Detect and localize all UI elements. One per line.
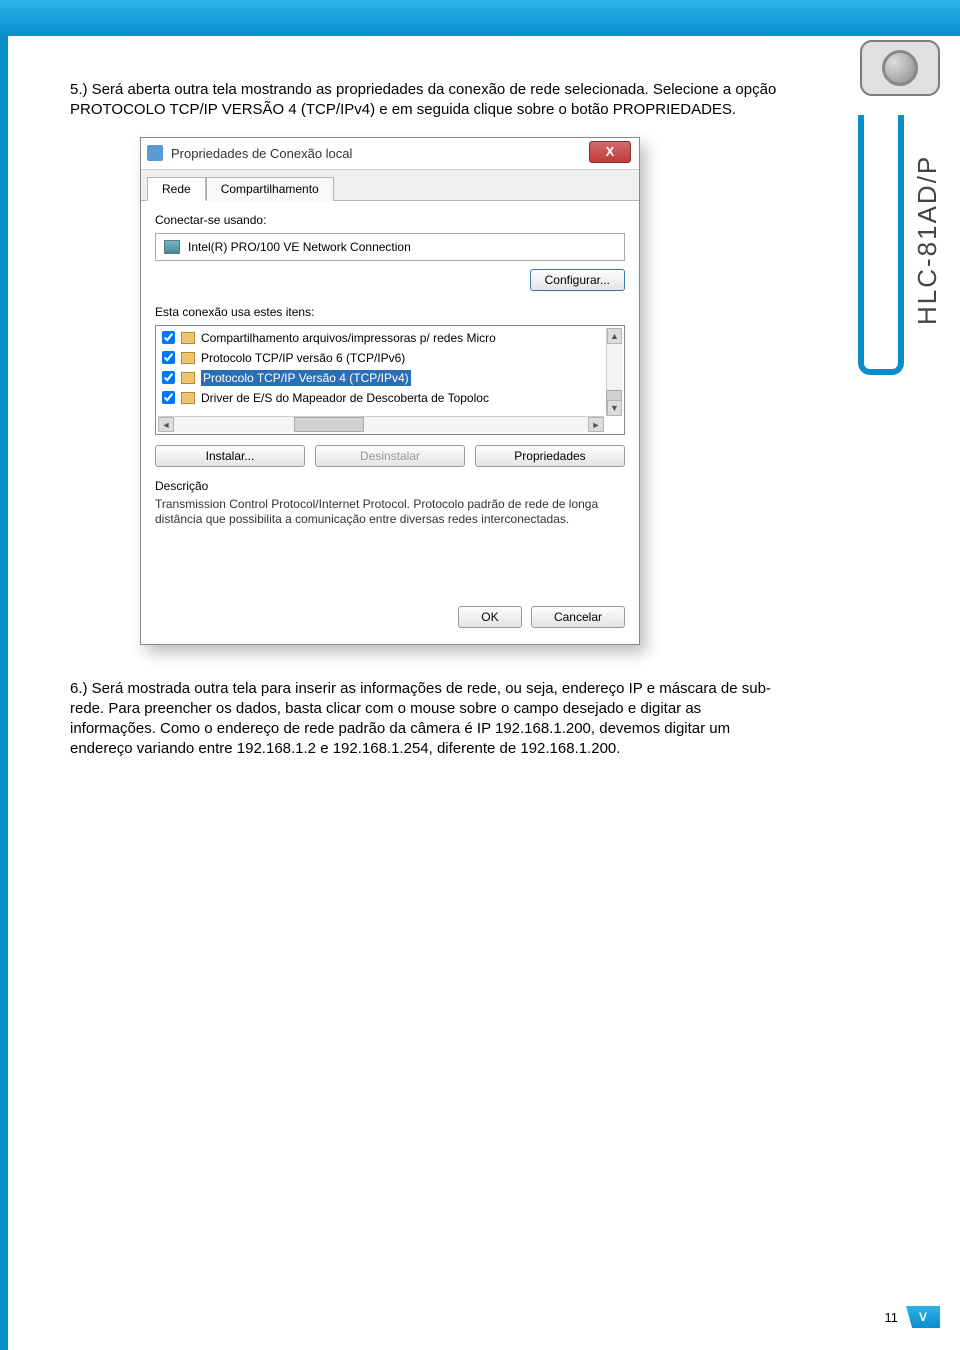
adapter-icon [164,240,180,254]
dialog-title: Propriedades de Conexão local [171,146,352,161]
page-footer: 11 V [885,1306,941,1328]
list-item[interactable]: Compartilhamento arquivos/impressoras p/… [158,328,604,348]
item-label: Driver de E/S do Mapeador de Descoberta … [201,391,489,405]
tab-rede[interactable]: Rede [147,177,206,201]
horizontal-scrollbar[interactable]: ◄ ► [158,416,604,432]
item-action-row: Instalar... Desinstalar Propriedades [155,445,625,467]
list-item-selected[interactable]: Protocolo TCP/IP Versão 4 (TCP/IPv4) [158,368,604,388]
page-number: 11 [885,1310,899,1325]
camera-illustration [860,40,940,96]
list-item[interactable]: Driver de E/S do Mapeador de Descoberta … [158,388,604,408]
item-checkbox[interactable] [162,351,175,364]
scroll-down-arrow-icon[interactable]: ▼ [607,400,622,416]
item-checkbox[interactable] [162,371,175,384]
scroll-right-arrow-icon[interactable]: ► [588,417,604,432]
item-label: Compartilhamento arquivos/impressoras p/… [201,331,496,345]
scroll-track[interactable] [174,417,588,432]
adapter-field: Intel(R) PRO/100 VE Network Connection [155,233,625,261]
footer-logo: V [906,1306,940,1328]
scroll-thumb[interactable] [294,417,364,432]
adapter-name: Intel(R) PRO/100 VE Network Connection [188,240,411,254]
dialog-tabs: Rede Compartilhamento [141,170,639,201]
cancel-button[interactable]: Cancelar [531,606,625,628]
ok-button[interactable]: OK [458,606,521,628]
left-stripe [0,36,8,1350]
connect-using-label: Conectar-se usando: [155,213,625,227]
items-inner: Compartilhamento arquivos/impressoras p/… [158,328,604,416]
dialog-titlebar: Propriedades de Conexão local X [141,138,639,170]
scroll-up-arrow-icon[interactable]: ▲ [607,328,622,344]
item-label: Protocolo TCP/IP Versão 4 (TCP/IPv4) [201,370,411,386]
side-bracket [858,115,904,375]
service-icon [181,332,195,344]
logo-letter: V [919,1310,927,1324]
network-icon [147,145,163,161]
paragraph-step5: 5.) Será aberta outra tela mostrando as … [70,80,790,121]
description-group: Descrição Transmission Control Protocol/… [155,479,625,528]
install-button[interactable]: Instalar... [155,445,305,467]
paragraph-step6: 6.) Será mostrada outra tela para inseri… [70,679,790,760]
item-checkbox[interactable] [162,331,175,344]
vertical-scrollbar[interactable]: ▲ ▼ [606,328,622,416]
item-checkbox[interactable] [162,391,175,404]
dialog-footer: OK Cancelar [155,598,625,628]
close-button[interactable]: X [589,141,631,163]
protocol-icon [181,372,195,384]
properties-dialog: Propriedades de Conexão local X Rede Com… [140,137,640,645]
tab-compartilhamento[interactable]: Compartilhamento [206,177,334,201]
connection-items-list: Compartilhamento arquivos/impressoras p/… [155,325,625,435]
items-label: Esta conexão usa estes itens: [155,305,625,319]
scroll-track[interactable] [607,344,622,400]
configure-button[interactable]: Configurar... [530,269,625,291]
camera-lens-icon [882,50,918,86]
properties-button[interactable]: Propriedades [475,445,625,467]
protocol-icon [181,352,195,364]
description-text: Transmission Control Protocol/Internet P… [155,497,625,528]
top-blue-bar [0,0,960,36]
list-item[interactable]: Protocolo TCP/IP versão 6 (TCP/IPv6) [158,348,604,368]
dialog-body: Conectar-se usando: Intel(R) PRO/100 VE … [141,201,639,644]
item-label: Protocolo TCP/IP versão 6 (TCP/IPv6) [201,351,405,365]
driver-icon [181,392,195,404]
page-content: 5.) Será aberta outra tela mostrando as … [70,80,790,776]
model-label: HLC-81AD/P [912,130,942,350]
scroll-left-arrow-icon[interactable]: ◄ [158,417,174,432]
uninstall-button: Desinstalar [315,445,465,467]
description-label: Descrição [155,479,625,493]
